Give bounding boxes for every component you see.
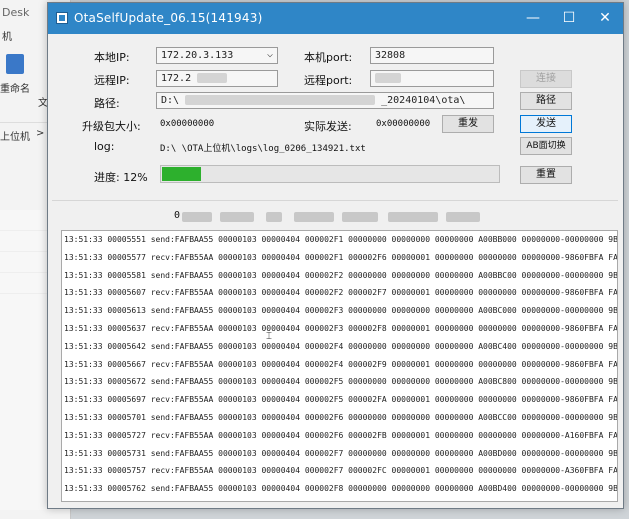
resend-button[interactable]: 重发 <box>442 115 494 133</box>
path-value-start: D:\ <box>161 95 180 106</box>
log-line: 13:51:33 00005613 send:FAFBAA55 00000103… <box>64 306 618 316</box>
redacted-text <box>266 212 282 222</box>
log-line: 13:51:33 00005607 recv:FAFB55AA 00000103… <box>64 288 618 298</box>
path-button[interactable]: 路径 <box>520 92 572 110</box>
section-divider <box>52 200 618 201</box>
log-line: 13:51:33 00005701 send:FAFBAA55 00000103… <box>64 412 618 422</box>
redacted-text <box>342 212 378 222</box>
redacted-text <box>185 95 376 105</box>
redacted-text <box>388 212 438 222</box>
remote-ip-label: 远程IP: <box>94 74 130 87</box>
remote-ip-value: 172.2 <box>161 73 192 84</box>
rename-icon[interactable] <box>6 54 24 74</box>
log-line: 13:51:33 00005731 send:FAFBAA55 00000103… <box>64 448 618 458</box>
ab-switch-button[interactable]: AB面切换 <box>520 137 572 155</box>
mouse-cursor-icon: ⌶ <box>266 331 272 342</box>
background-window-title: Desk <box>2 6 30 19</box>
actual-sent-label: 实际发送: <box>304 120 352 133</box>
maximize-button[interactable]: ☐ <box>551 3 587 34</box>
window-title: OtaSelfUpdate_06.15(141943) <box>74 11 263 25</box>
redacted-text <box>294 212 334 222</box>
redacted-text <box>182 212 212 222</box>
progress-bar <box>160 165 500 183</box>
remote-ip-field[interactable]: 172.2 <box>156 70 278 87</box>
path-value-end: _20240104\ota\ <box>381 95 466 106</box>
upgrade-size-value: 0x00000000 <box>160 119 215 129</box>
log-path: D:\ \OTA上位机\logs\log_0206_134921.txt <box>160 144 366 154</box>
redacted-text <box>375 73 401 83</box>
title-bar[interactable]: OtaSelfUpdate_06.15(141943) — ☐ ✕ <box>48 3 623 34</box>
connect-button[interactable]: 连接 <box>520 70 572 88</box>
local-ip-value: 172.20.3.133 <box>161 50 234 61</box>
local-ip-label: 本地IP: <box>94 51 130 64</box>
reset-button[interactable]: 重置 <box>520 166 572 184</box>
log-line: 13:51:33 00005637 recv:FAFB55AA 00000103… <box>64 323 618 333</box>
redacted-text <box>446 212 480 222</box>
minimize-button[interactable]: — <box>515 3 551 34</box>
breadcrumb-chevron-icon[interactable]: > <box>36 128 44 139</box>
local-port-field[interactable]: 32808 <box>370 47 494 64</box>
log-label: log: <box>94 140 115 153</box>
log-line: 13:51:33 00005727 recv:FAFB55AA 00000103… <box>64 430 618 440</box>
path-label: 路径: <box>94 97 120 110</box>
ota-self-update-window: OtaSelfUpdate_06.15(141943) — ☐ ✕ 本地IP: … <box>47 2 624 509</box>
log-line: 13:51:33 00005551 send:FAFBAA55 00000103… <box>64 235 618 244</box>
log-line: 13:51:33 00005642 send:FAFBAA55 00000103… <box>64 341 618 351</box>
log-line: 13:51:33 00005577 recv:FAFB55AA 00000103… <box>64 252 618 262</box>
log-line: 13:51:33 00005697 recv:FAFB55AA 00000103… <box>64 395 618 405</box>
background-breadcrumb: 机 <box>2 32 12 43</box>
remote-port-field[interactable] <box>370 70 494 87</box>
app-icon <box>56 12 68 24</box>
local-ip-select[interactable]: 172.20.3.133 ⌵ <box>156 47 278 64</box>
log-line: 13:51:33 00005667 recv:FAFB55AA 00000103… <box>64 359 618 369</box>
log-line: 13:51:33 00005581 send:FAFBAA55 00000103… <box>64 270 618 280</box>
actual-sent-value: 0x00000000 <box>376 119 431 129</box>
redacted-text <box>220 212 254 222</box>
progress-label: 进度: 12% <box>94 171 148 184</box>
log-line: 13:51:33 00005672 send:FAFBAA55 00000103… <box>64 377 618 387</box>
rename-label[interactable]: 重命名 <box>0 80 30 95</box>
local-port-label: 本机port: <box>304 51 353 64</box>
close-button[interactable]: ✕ <box>587 3 623 34</box>
upgrade-size-label: 升级包大小: <box>82 120 141 133</box>
send-button[interactable]: 发送 <box>520 115 572 133</box>
header-mark: 0 <box>174 210 181 221</box>
log-line: 13:51:33 00005762 send:FAFBAA55 00000103… <box>64 484 618 494</box>
path-field[interactable]: D:\ _20240104\ota\ <box>156 92 494 109</box>
chevron-down-icon[interactable]: ⌵ <box>267 48 273 62</box>
redacted-text <box>197 73 228 83</box>
progress-fill <box>162 167 201 181</box>
log-line: 13:51:33 00005757 recv:FAFB55AA 00000103… <box>64 466 618 476</box>
log-textbox[interactable]: 13:51:33 00005551 send:FAFBAA55 00000103… <box>61 230 618 502</box>
folder-breadcrumb[interactable]: 上位机 <box>0 128 30 143</box>
remote-port-label: 远程port: <box>304 74 353 87</box>
